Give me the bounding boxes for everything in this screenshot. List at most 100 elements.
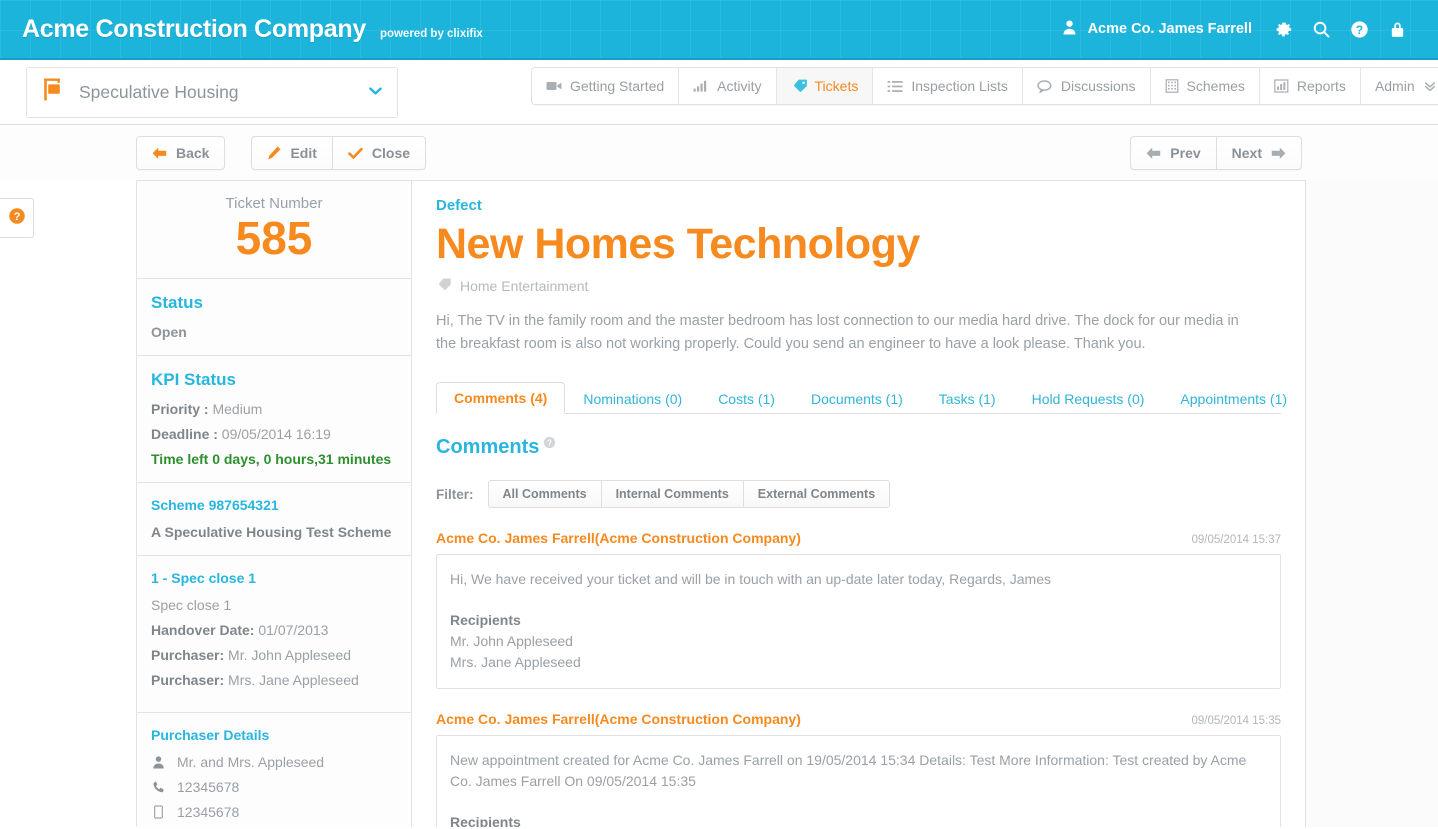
ticket-number-label: Ticket Number [225, 195, 323, 212]
prev-button[interactable]: Prev [1130, 136, 1216, 170]
chart-icon [1274, 79, 1289, 93]
nav-inspection-lists[interactable]: Inspection Lists [873, 68, 1023, 104]
purchaser-row-2: Purchaser: Mrs. Jane Appleseed [151, 672, 397, 688]
plot-name: Spec close 1 [151, 597, 232, 614]
deadline-row: Deadline : 09/05/2014 16:19 [151, 426, 397, 442]
purchaser-label: Purchaser: [151, 672, 225, 689]
nav-activity[interactable]: Activity [679, 68, 777, 104]
tab-appointments[interactable]: Appointments (1) [1162, 383, 1305, 414]
tab-nominations[interactable]: Nominations (0) [565, 383, 700, 414]
tab-comments[interactable]: Comments (4) [436, 382, 566, 415]
filter-label: Filter: [436, 486, 474, 502]
toolbar-left-group: Back Edit Close [136, 136, 427, 170]
svg-text:?: ? [1355, 22, 1362, 36]
help-icon[interactable]: ? [1340, 10, 1378, 48]
tab-tasks[interactable]: Tasks (1) [921, 383, 1014, 414]
nav-schemes[interactable]: Schemes [1150, 68, 1260, 104]
secondary-navbar: Speculative Housing Getting Started Acti… [0, 60, 1438, 125]
double-chevron-down-icon [1423, 80, 1437, 92]
ticket-type-kicker: Defect [436, 197, 482, 214]
comments-filter-row: Filter: All Comments Internal Comments E… [436, 480, 1281, 509]
back-label: Back [176, 145, 210, 161]
phone-icon [151, 781, 165, 794]
nav-reports[interactable]: Reports [1259, 68, 1361, 104]
nav-getting-started[interactable]: Getting Started [532, 68, 680, 104]
help-circle-icon: ? [8, 207, 26, 230]
chevron-down-icon [368, 83, 383, 101]
status-section: Status Open [137, 279, 411, 357]
user-menu[interactable]: Acme Co. James Farrell [1062, 19, 1252, 40]
comment-body: New appointment created for Acme Co. Jam… [436, 734, 1281, 827]
building-icon [1165, 79, 1179, 93]
nav-label: Admin [1374, 78, 1415, 94]
plot-heading[interactable]: 1 - Spec close 1 [151, 570, 397, 586]
svg-text:?: ? [547, 439, 552, 448]
filter-internal-comments[interactable]: Internal Comments [600, 480, 743, 509]
toolbar-right-group: Prev Next [1130, 136, 1302, 170]
filter-external-comments[interactable]: External Comments [742, 480, 891, 509]
nav-tickets[interactable]: Tickets [776, 68, 874, 104]
next-button[interactable]: Next [1215, 136, 1302, 170]
back-button[interactable]: Back [136, 136, 226, 170]
close-button[interactable]: Close [331, 136, 427, 170]
scheme-subtitle: A Speculative Housing Test Scheme [151, 524, 392, 541]
scheme-heading[interactable]: Scheme 987654321 [151, 497, 397, 513]
purchaser-details-section: Purchaser Details Mr. and Mrs. Appleseed… [137, 713, 411, 827]
comment-text: Hi, We have received your ticket and wil… [450, 571, 1052, 588]
ticket-number-value: 585 [235, 212, 313, 264]
tab-documents[interactable]: Documents (1) [793, 383, 921, 414]
nav-label: Inspection Lists [911, 78, 1008, 94]
user-icon [1062, 19, 1077, 40]
ticket-category: Home Entertainment [460, 278, 589, 295]
purchaser-names-row: Mr. and Mrs. Appleseed [151, 754, 397, 770]
arrow-left-icon [152, 147, 167, 160]
kpi-status-section: KPI Status Priority : Medium Deadline : … [137, 356, 411, 484]
ticket-sidebar: Ticket Number 585 Status Open KPI Status… [136, 180, 412, 827]
comments-header: Comments ? [436, 436, 1281, 459]
check-icon [348, 147, 363, 160]
deadline-value: 09/05/2014 16:19 [221, 426, 331, 443]
nav-label: Schemes [1186, 78, 1245, 94]
brand-title: Acme Construction Company [22, 14, 366, 43]
comment-date: 09/05/2014 15:37 [1191, 534, 1281, 547]
tab-hold-requests[interactable]: Hold Requests (0) [1014, 383, 1163, 414]
nav-label: Discussions [1060, 78, 1136, 94]
purchaser-row-1: Purchaser: Mr. John Appleseed [151, 647, 397, 663]
deadline-label: Deadline : [151, 426, 218, 443]
nav-discussions[interactable]: Discussions [1022, 68, 1151, 104]
filter-all-comments[interactable]: All Comments [487, 480, 601, 509]
prev-label: Prev [1170, 145, 1201, 161]
search-icon[interactable] [1302, 10, 1340, 48]
powered-by-label: powered by clixifix [379, 27, 483, 40]
ticket-toolbar: Back Edit Close Prev Next [0, 125, 1438, 180]
help-circle-icon[interactable]: ? [543, 436, 556, 454]
comment-header: Acme Co. James Farrell(Acme Construction… [436, 530, 1281, 546]
next-label: Next [1231, 145, 1262, 161]
purchaser-details-heading[interactable]: Purchaser Details [151, 727, 397, 743]
ticket-description: Hi, The TV in the family room and the ma… [436, 313, 1239, 353]
prev-next-group: Prev Next [1130, 136, 1302, 170]
comment-author: Acme Co. James Farrell(Acme Construction… [436, 710, 801, 727]
help-tab-button[interactable]: ? [0, 198, 34, 238]
purchaser-value: Mrs. Jane Appleseed [228, 672, 359, 689]
edit-label: Edit [290, 145, 317, 161]
edit-button[interactable]: Edit [251, 136, 332, 170]
gear-icon[interactable] [1264, 10, 1302, 48]
scheme-section: Scheme 987654321 A Speculative Housing T… [137, 483, 411, 557]
svg-text:?: ? [13, 211, 20, 223]
lock-icon[interactable] [1378, 10, 1416, 48]
nav-label: Activity [717, 78, 762, 94]
recipients-heading: Recipients [450, 813, 521, 827]
nav-label: Getting Started [570, 78, 665, 94]
kpi-heading: KPI Status [151, 370, 237, 390]
tag-icon [436, 278, 451, 294]
top-header-bar: Acme Construction Company powered by cli… [0, 0, 1438, 60]
project-selector[interactable]: Speculative Housing [26, 66, 398, 118]
nav-admin[interactable]: Admin [1360, 68, 1438, 104]
tab-costs[interactable]: Costs (1) [700, 383, 793, 414]
priority-value: Medium [212, 401, 263, 418]
header-actions: Acme Co. James Farrell ? [1062, 10, 1438, 48]
video-camera-icon [546, 80, 562, 92]
ticket-tabs: Comments (4) Nominations (0) Costs (1) D… [436, 381, 1287, 415]
tag-icon [791, 79, 807, 93]
